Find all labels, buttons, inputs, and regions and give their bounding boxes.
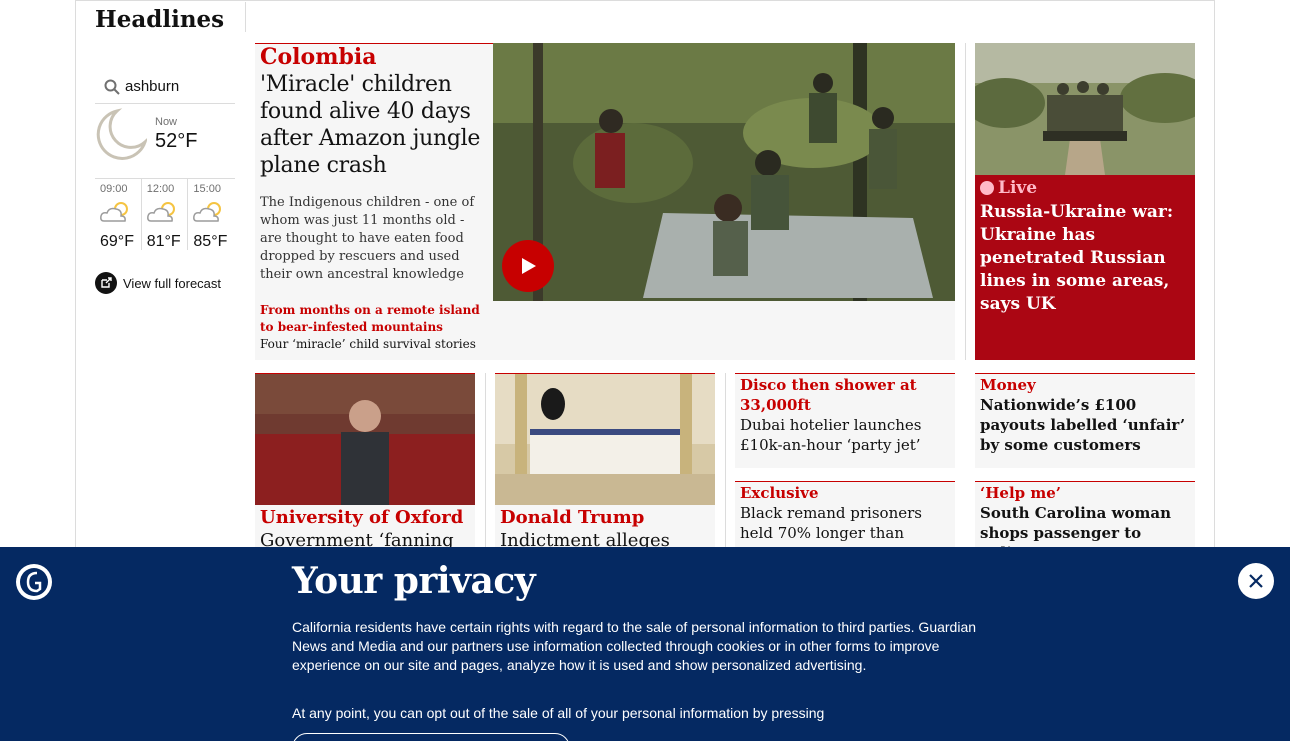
story-card[interactable]: Money Nationwide’s £100 payouts labelled… (975, 373, 1195, 468)
main-story-image[interactable] (493, 43, 955, 301)
forecast-item: 12:00 81°F (142, 179, 189, 250)
close-button[interactable] (1238, 563, 1274, 599)
sublink-text: Four ‘miracle’ child survival stories (260, 337, 476, 351)
main-story-headline[interactable]: 'Miracle' children found alive 40 days a… (260, 71, 488, 179)
story-card[interactable]: Disco then shower at 33,000ft Dubai hote… (735, 373, 955, 468)
forecast-time: 12:00 (146, 183, 175, 195)
top-border (75, 0, 1215, 1)
forecast-time: 09:00 (100, 183, 128, 195)
story-card[interactable]: Donald Trump Indictment alleges (495, 373, 715, 573)
section-title: Headlines (95, 6, 225, 33)
partly-cloudy-icon (193, 202, 222, 222)
privacy-banner: Your privacy California residents have c… (0, 547, 1290, 741)
privacy-title: Your privacy (292, 560, 536, 602)
view-full-forecast-label: View full forecast (123, 275, 222, 291)
live-kicker: Live (980, 178, 1037, 198)
story-image (255, 374, 475, 505)
live-story-image (975, 43, 1195, 175)
story-kicker: Money (980, 376, 1036, 394)
main-story-sublink[interactable]: From months on a remote island to bear-i… (260, 302, 485, 353)
main-story-kicker[interactable]: Colombia (260, 44, 377, 70)
search-icon (104, 79, 120, 95)
column-divider (485, 373, 486, 547)
live-dot-icon (980, 181, 994, 195)
forecast-temp: 69°F (100, 233, 134, 250)
divider (245, 2, 246, 32)
story-kicker: Exclusive (740, 484, 819, 502)
privacy-body-optout: At any point, you can opt out of the sal… (292, 705, 825, 721)
story-card[interactable]: University of Oxford Government ‘fanning (255, 373, 475, 573)
story-image (495, 374, 715, 505)
forecast-time: 15:00 (193, 183, 221, 195)
privacy-body: California residents have certain rights… (292, 619, 977, 673)
partly-cloudy-icon (100, 202, 128, 222)
play-icon (522, 258, 536, 274)
weather-location-input[interactable]: ashburn (95, 70, 235, 104)
forecast-temp: 85°F (193, 233, 228, 250)
weather-forecast: 09:00 69°F 12:00 81°F 15:00 85°F (95, 178, 235, 250)
story-kicker: University of Oxford (260, 507, 464, 528)
weather-now-label: Now (155, 116, 178, 128)
story-kicker: Donald Trump (500, 507, 645, 528)
live-story-headline: Russia-Ukraine war: Ukraine has penetrat… (980, 202, 1174, 314)
live-label: Live (998, 178, 1038, 198)
main-story-standfirst: The Indigenous children - one of whom wa… (260, 195, 475, 282)
do-not-sell-button[interactable]: Do not sell my personal information (292, 733, 570, 741)
story-headline: Nationwide’s £100 payouts labelled ‘unfa… (980, 396, 1186, 454)
forecast-item: 15:00 85°F (188, 179, 235, 250)
external-link-icon (95, 272, 117, 294)
play-video-button[interactable] (502, 240, 554, 292)
forecast-temp: 81°F (146, 233, 181, 250)
guardian-logo-icon (16, 564, 52, 600)
partly-cloudy-icon (146, 202, 175, 222)
weather-now-temp: 52°F (155, 130, 198, 152)
view-full-forecast-link[interactable]: View full forecast (95, 272, 221, 294)
forecast-item: 09:00 69°F (95, 179, 142, 250)
story-kicker: Disco then shower at 33,000ft (740, 376, 917, 414)
close-icon (1249, 574, 1263, 588)
column-divider (725, 373, 726, 547)
weather-location: ashburn (125, 78, 180, 95)
sublink-kicker: From months on a remote island to bear-i… (260, 303, 480, 334)
live-story-card[interactable]: Live Russia-Ukraine war: Ukraine has pen… (975, 43, 1195, 360)
story-kicker: ‘Help me’ (980, 484, 1061, 502)
moon-icon (96, 108, 147, 160)
story-headline: Dubai hotelier launches £10k-an-hour ‘pa… (740, 416, 922, 454)
column-divider (965, 43, 966, 360)
